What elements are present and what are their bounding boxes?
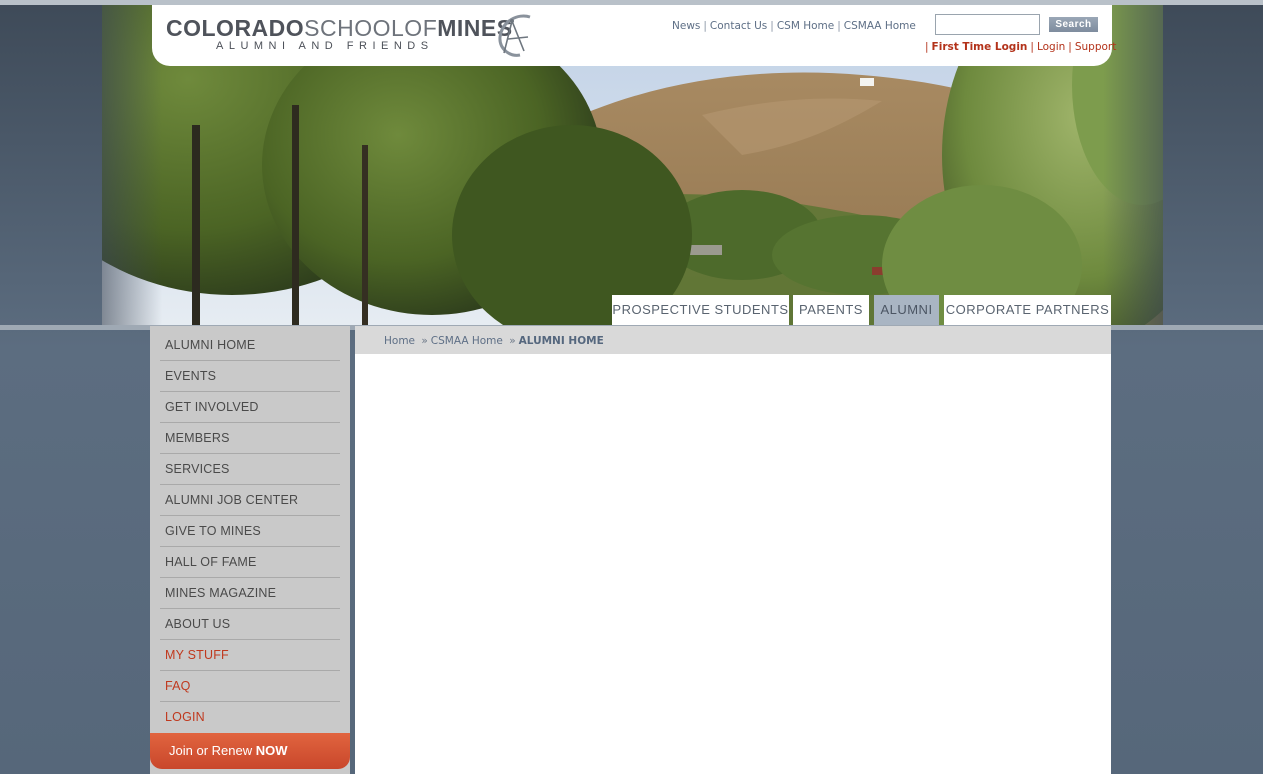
sidebar-item-events[interactable]: EVENTS [160,361,340,392]
join-label: Join or Renew [169,743,253,758]
login-link[interactable]: Login [1037,41,1065,53]
sidebar-nav: ALUMNI HOME EVENTS GET INVOLVED MEMBERS … [150,326,350,774]
support-link[interactable]: Support [1075,41,1117,53]
logo-subtitle: ALUMNI AND FRIENDS [216,40,434,52]
search-input[interactable] [935,14,1040,35]
sidebar-item-login[interactable]: LOGIN [160,702,340,733]
sidebar-item-mines-magazine[interactable]: MINES MAGAZINE [160,578,340,609]
sidebar-item-members[interactable]: MEMBERS [160,423,340,454]
separator: | [770,20,774,32]
separator: | [925,41,929,53]
tab-parents[interactable]: PARENTS [793,295,869,325]
breadcrumb-csmaa-home[interactable]: CSMAA Home [431,335,503,347]
separator: | [703,20,707,32]
login-nav: | First Time Login | Login | Support [922,41,1116,53]
mines-logo-icon [498,14,531,57]
search-button[interactable]: Search [1049,17,1098,32]
first-time-login-link[interactable]: First Time Login [932,41,1028,53]
sidebar-item-faq[interactable]: FAQ [160,671,340,702]
join-emphasis: NOW [255,743,288,758]
breadcrumb-separator: » [421,335,428,347]
sidebar-item-about-us[interactable]: ABOUT US [160,609,340,640]
separator: | [837,20,841,32]
sidebar-item-alumni-job-center[interactable]: ALUMNI JOB CENTER [160,485,340,516]
separator: | [1068,41,1072,53]
sidebar-item-my-stuff[interactable]: MY STUFF [160,640,340,671]
tab-prospective-students[interactable]: PROSPECTIVE STUDENTS [612,295,789,325]
breadcrumb: Home » CSMAA Home » ALUMNI HOME [355,326,1111,354]
utility-link-csm-home[interactable]: CSM Home [777,20,834,32]
utility-link-news[interactable]: News [672,20,700,32]
sidebar-item-give-to-mines[interactable]: GIVE TO MINES [160,516,340,547]
sidebar-item-services[interactable]: SERVICES [160,454,340,485]
sidebar-item-alumni-home[interactable]: ALUMNI HOME [160,330,340,361]
main-content: Home » CSMAA Home » ALUMNI HOME [355,326,1111,774]
logo-school: SCHOOLOF [304,15,438,41]
hero-right-shade [1103,5,1163,325]
site-header: COLORADOSCHOOLOFMINES ALUMNI AND FRIENDS… [152,5,1116,66]
logo-wordmark[interactable]: COLORADOSCHOOLOFMINES [166,15,513,42]
breadcrumb-separator: » [509,335,516,347]
logo-colorado: COLORADO [166,15,305,41]
breadcrumb-home[interactable]: Home [384,335,415,347]
sidebar-item-get-involved[interactable]: GET INVOLVED [160,392,340,423]
utility-nav: News | Contact Us | CSM Home | CSMAA Home [672,20,916,32]
separator: | [1030,41,1034,53]
utility-link-csmaa-home[interactable]: CSMAA Home [844,20,916,32]
join-renew-button[interactable]: Join or Renew NOW [150,733,350,769]
tab-alumni[interactable]: ALUMNI [874,295,939,325]
sidebar-item-hall-of-fame[interactable]: HALL OF FAME [160,547,340,578]
tab-corporate-partners[interactable]: CORPORATE PARTNERS [944,295,1111,325]
utility-link-contact-us[interactable]: Contact Us [710,20,767,32]
breadcrumb-current: ALUMNI HOME [518,335,604,347]
